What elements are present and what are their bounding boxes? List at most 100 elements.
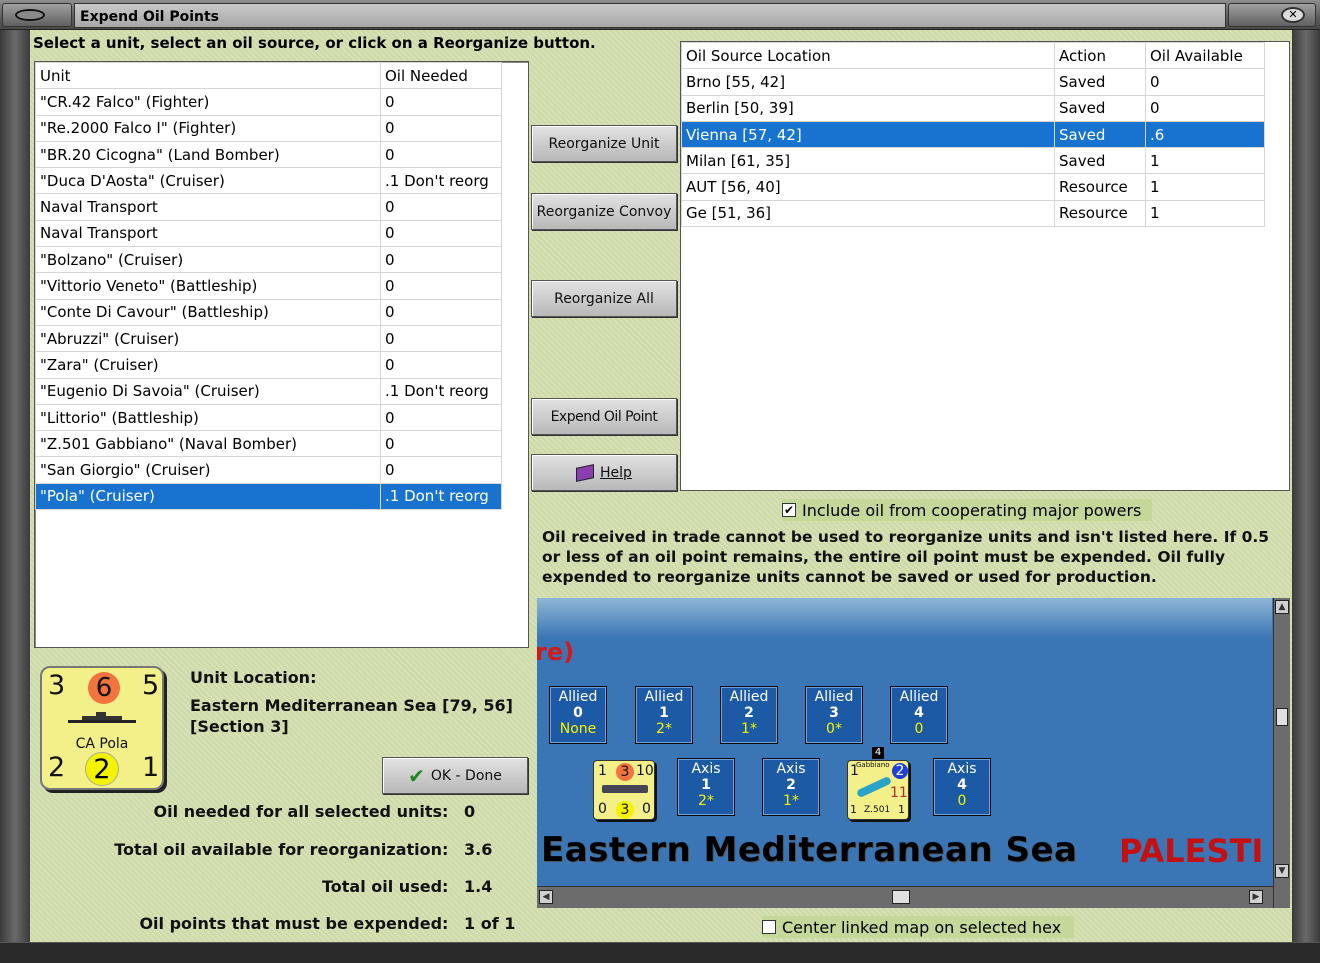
unit-name-cell: Naval Transport (35, 193, 381, 221)
oil-needed-cell: 0 (380, 298, 502, 326)
unit-row[interactable]: "Conte Di Cavour" (Battleship) 0 (35, 298, 502, 326)
oil-source-row[interactable]: Milan [61, 35] Saved 1 (681, 147, 1265, 175)
plane-counter-badge: 4 (872, 747, 884, 759)
unit-row[interactable]: Naval Transport 0 (35, 193, 502, 221)
unit-name-cell: "Pola" (Cruiser) (35, 482, 381, 511)
include-oil-checkbox[interactable]: ✔ (782, 503, 796, 517)
unit-row[interactable]: "San Giorgio" (Cruiser) 0 (35, 456, 502, 484)
axis-box-label: Axis (776, 761, 806, 777)
action-column-header[interactable]: Action (1054, 41, 1146, 70)
include-oil-label: Include oil from cooperating major power… (802, 500, 1142, 520)
unit-row[interactable]: "Re.2000 Falco I" (Fighter) 0 (35, 114, 502, 142)
unit-row[interactable]: "Littorio" (Battleship) 0 (35, 403, 502, 432)
oil-needed-cell: 0 (380, 403, 502, 432)
help-book-icon (576, 463, 595, 482)
allied-box-4[interactable]: Allied 4 0 (890, 686, 948, 744)
unit-row[interactable]: "CR.42 Falco" (Fighter) 0 (35, 88, 502, 116)
map-coast (537, 598, 1272, 638)
include-oil-option[interactable]: ✔ Include oil from cooperating major pow… (782, 499, 1152, 521)
oil-source-row[interactable]: Berlin [50, 39] Saved 0 (681, 94, 1265, 122)
counter-top-left: 3 (48, 670, 66, 701)
oil-needed-cell: 0 (380, 219, 502, 248)
allied-box-0[interactable]: Allied 0 None (549, 686, 607, 744)
scroll-down-icon[interactable]: ▼ (1275, 864, 1289, 878)
allied-box-label: Allied (644, 689, 684, 705)
unit-row[interactable]: "Zara" (Cruiser) 0 (35, 351, 502, 379)
reorganize-unit-button[interactable]: Reorganize Unit (531, 125, 677, 162)
axis-box-1[interactable]: Axis 1 2* (677, 758, 735, 816)
oil-source-row[interactable]: AUT [56, 40] Resource 1 (681, 173, 1265, 201)
plane-counter-e: Z.501 (864, 805, 891, 815)
oil-available-cell: 0 (1145, 68, 1265, 96)
ship-counter-f: 0 (642, 801, 651, 817)
unit-name-cell: "Duca D'Aosta" (Cruiser) (35, 167, 381, 195)
unit-row[interactable]: Naval Transport 0 (35, 219, 502, 248)
window-menu-button[interactable] (2, 3, 72, 27)
counter-bot-mid: 2 (85, 752, 119, 786)
axis-box-sub: 2* (698, 793, 714, 809)
ship-counter-e: 3 (616, 801, 634, 819)
ship-counter-c: 10 (636, 763, 654, 779)
allied-box-3[interactable]: Allied 3 0* (805, 686, 863, 744)
oil-needed-cell: 0 (380, 114, 502, 142)
help-label: Help (600, 464, 632, 481)
axis-box-num: 1 (701, 777, 711, 793)
scroll-left-icon[interactable]: ◀ (539, 890, 553, 904)
map-horizontal-scrollbar[interactable]: ◀ ▶ (537, 886, 1273, 908)
oil-source-panel[interactable]: Oil Source Location Action Oil Available… (680, 41, 1290, 491)
allied-box-1[interactable]: Allied 1 2* (635, 686, 693, 744)
dialog-content: Select a unit, select an oil source, or … (30, 30, 1292, 942)
plane-counter-d: 1 (850, 803, 857, 816)
map-vertical-scrollbar[interactable]: ▲ ▼ (1273, 598, 1290, 908)
reorganize-convoy-button[interactable]: Reorganize Convoy (531, 193, 677, 230)
reorganize-all-button[interactable]: Reorganize All (531, 280, 677, 317)
map-ship-counter[interactable]: 1 3 10 0 3 0 (593, 760, 655, 820)
axis-box-2[interactable]: Axis 2 1* (762, 758, 820, 816)
horizontal-scroll-thumb[interactable] (892, 890, 910, 904)
close-button[interactable]: ✕ (1228, 3, 1316, 27)
oil-table-header: Oil Source Location Action Oil Available (681, 41, 1265, 70)
allied-box-label: Allied (899, 689, 939, 705)
center-map-checkbox[interactable] (762, 920, 776, 934)
center-map-option[interactable]: Center linked map on selected hex (762, 916, 1074, 938)
unit-row[interactable]: "Bolzano" (Cruiser) 0 (35, 246, 502, 274)
help-button[interactable]: Help (531, 454, 677, 491)
oil-needed-column-header[interactable]: Oil Needed (380, 61, 502, 90)
unit-row[interactable]: "BR.20 Cicogna" (Land Bomber) 0 (35, 140, 502, 169)
oil-needed-cell: 0 (380, 140, 502, 169)
oil-available-label: Total oil available for reorganization: (114, 840, 449, 859)
unit-row[interactable]: "Eugenio Di Savoia" (Cruiser) .1 Don't re… (35, 377, 502, 405)
scroll-up-icon[interactable]: ▲ (1275, 600, 1289, 614)
axis-box-4[interactable]: Axis 4 0 (933, 758, 991, 816)
oil-source-cell: Vienna [57, 42] (681, 120, 1055, 149)
axis-box-num: 4 (957, 777, 967, 793)
oil-needed-cell: 0 (380, 456, 502, 484)
plane-counter-name: Gabbiano (856, 761, 890, 769)
unit-row[interactable]: "Z.501 Gabbiano" (Naval Bomber) 0 (35, 430, 502, 458)
map-plane-counter[interactable]: 1 Gabbiano 2 11 1 Z.501 1 4 (847, 747, 909, 820)
unit-row[interactable]: "Duca D'Aosta" (Cruiser) .1 Don't reorg (35, 167, 502, 195)
unit-column-header[interactable]: Unit (35, 61, 381, 90)
oil-source-row[interactable]: Ge [51, 36] Resource 1 (681, 199, 1265, 228)
unit-list-panel[interactable]: Unit Oil Needed "CR.42 Falco" (Fighter) 0… (34, 61, 529, 648)
unit-row[interactable]: "Abruzzi" (Cruiser) 0 (35, 324, 502, 353)
expend-oil-point-button[interactable]: Expend Oil Point (531, 398, 677, 435)
ok-done-button[interactable]: ✔ OK - Done (382, 757, 528, 794)
vertical-scroll-thumb[interactable] (1276, 708, 1288, 726)
title-bar: Expend Oil Points ✕ (0, 0, 1320, 30)
close-icon: ✕ (1281, 7, 1305, 23)
oil-available-column-header[interactable]: Oil Available (1145, 41, 1265, 70)
oil-expend-label: Oil points that must be expended: (139, 914, 449, 933)
unit-name-cell: "Z.501 Gabbiano" (Naval Bomber) (35, 430, 381, 458)
unit-row[interactable]: "Pola" (Cruiser) .1 Don't reorg (35, 482, 502, 511)
scroll-right-icon[interactable]: ▶ (1249, 890, 1263, 904)
oil-action-cell: Saved (1054, 94, 1146, 122)
allied-box-num: 3 (829, 705, 839, 721)
linked-map[interactable]: re) Allied 0 None Allied 1 2* Allied 2 1… (537, 598, 1290, 908)
oil-note: Oil received in trade cannot be used to … (542, 528, 1270, 586)
oil-source-row[interactable]: Brno [55, 42] Saved 0 (681, 68, 1265, 96)
oil-source-row[interactable]: Vienna [57, 42] Saved .6 (681, 120, 1265, 149)
allied-box-2[interactable]: Allied 2 1* (720, 686, 778, 744)
unit-row[interactable]: "Vittorio Veneto" (Battleship) 0 (35, 272, 502, 300)
oil-source-column-header[interactable]: Oil Source Location (681, 41, 1055, 70)
